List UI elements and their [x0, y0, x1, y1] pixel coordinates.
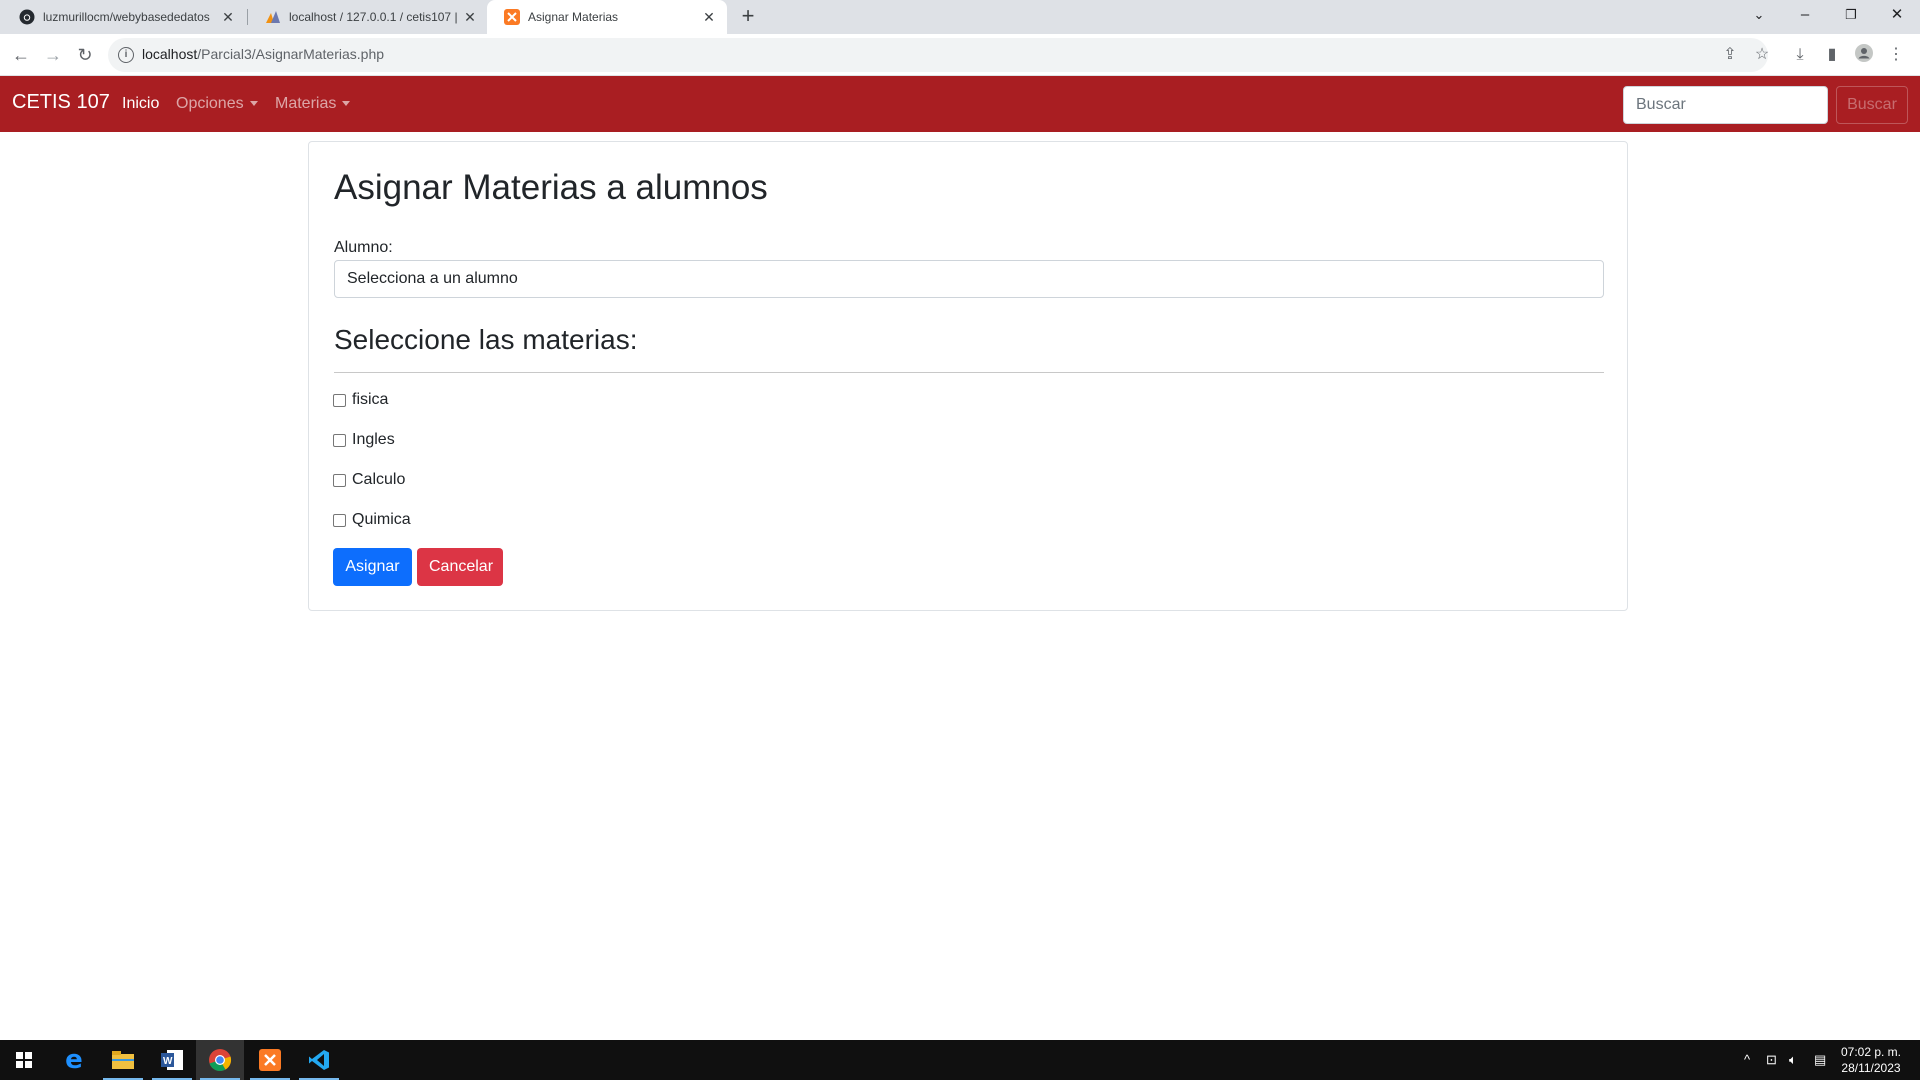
asignar-button[interactable]: Asignar: [333, 548, 412, 586]
show-hidden-icons-icon[interactable]: ^: [1744, 1052, 1750, 1067]
cancelar-button[interactable]: Cancelar: [417, 548, 503, 586]
address-url[interactable]: localhost/Parcial3/AsignarMaterias.php: [142, 46, 384, 62]
edge-icon[interactable]: e: [50, 1040, 98, 1080]
divider: [334, 372, 1604, 373]
windows-start-icon[interactable]: [0, 1040, 48, 1080]
materias-heading: Seleccione las materias:: [334, 324, 638, 355]
github-icon: [19, 9, 35, 25]
new-tab-button[interactable]: +: [735, 5, 761, 29]
nav-link-inicio[interactable]: Inicio: [122, 95, 159, 113]
materia-label: Quimica: [352, 511, 411, 528]
restore-icon[interactable]: ❐: [1828, 0, 1874, 30]
materia-label: Ingles: [352, 431, 395, 448]
svg-text:W: W: [163, 1056, 173, 1067]
nav-link-label: Materias: [275, 95, 337, 112]
browser-tab-bar: luzmurillocm/webybasededatos ✕ localhost…: [0, 0, 1920, 34]
browser-toolbar: ← → ↻ i localhost/Parcial3/AsignarMateri…: [0, 34, 1920, 76]
materia-option-calculo[interactable]: Calculo: [333, 469, 405, 491]
checkbox[interactable]: [333, 393, 346, 407]
checkbox[interactable]: [333, 473, 346, 487]
tab-title: localhost / 127.0.0.1 / cetis107 |: [289, 10, 458, 24]
profile-icon[interactable]: [1852, 43, 1876, 67]
nav-dropdown-opciones[interactable]: Opciones: [176, 95, 258, 113]
search-button[interactable]: Buscar: [1836, 86, 1908, 124]
vscode-icon[interactable]: [295, 1040, 343, 1080]
volume-icon[interactable]: 🔈︎: [1789, 1052, 1797, 1068]
tab-title: Asignar Materias: [528, 10, 619, 24]
windows-taskbar: e W ^ ⊡ 🔈︎ ▤ 07:02 p. m. 28/11/2023: [0, 1040, 1920, 1080]
nav-dropdown-materias[interactable]: Materias: [275, 95, 351, 113]
system-clock[interactable]: 07:02 p. m. 28/11/2023: [1835, 1044, 1907, 1076]
network-icon[interactable]: ⊡: [1766, 1052, 1777, 1068]
url-path: /Parcial3/AsignarMaterias.php: [197, 46, 385, 62]
word-icon[interactable]: W: [148, 1040, 196, 1080]
clock-time: 07:02 p. m.: [1840, 1045, 1902, 1059]
materia-label: Calculo: [352, 471, 406, 488]
materia-label: fisica: [352, 391, 389, 408]
address-bar[interactable]: i localhost/Parcial3/AsignarMaterias.php: [108, 38, 1768, 72]
site-info-icon[interactable]: i: [118, 47, 134, 63]
site-navbar: CETIS 107 Inicio Opciones Materias Busca…: [0, 76, 1920, 132]
page-title: Asignar Materias a alumnos: [334, 168, 768, 207]
close-tab-icon[interactable]: ✕: [701, 9, 717, 26]
bookmark-star-icon[interactable]: ☆: [1750, 43, 1774, 67]
checkbox[interactable]: [333, 513, 346, 527]
download-icon[interactable]: ⤓: [1788, 43, 1812, 67]
back-icon[interactable]: ←: [8, 42, 34, 68]
file-explorer-icon[interactable]: [99, 1040, 147, 1080]
materia-option-ingles[interactable]: Ingles: [333, 429, 395, 451]
notifications-icon[interactable]: ▤: [1814, 1052, 1826, 1068]
close-tab-icon[interactable]: ✕: [220, 9, 236, 26]
checkbox[interactable]: [333, 433, 346, 447]
caret-down-icon: [249, 101, 258, 107]
alumno-select[interactable]: Selecciona a un alumno: [334, 260, 1604, 298]
clock-date: 28/11/2023: [1841, 1061, 1901, 1075]
minimize-icon[interactable]: –: [1782, 0, 1828, 30]
browser-tab[interactable]: localhost / 127.0.0.1 / cetis107 | ✕: [248, 0, 488, 34]
xampp-icon: [504, 9, 520, 25]
search-input[interactable]: [1623, 86, 1828, 124]
materia-option-fisica-row[interactable]: fisica: [333, 389, 388, 411]
phpmyadmin-icon: [265, 9, 281, 25]
assign-form-card: Asignar Materias a alumnos Alumno: Selec…: [308, 141, 1628, 611]
tab-title: luzmurillocm/webybasededatos: [43, 10, 210, 24]
chrome-menu-icon[interactable]: ⋮: [1884, 43, 1908, 67]
chrome-icon[interactable]: [196, 1040, 244, 1080]
nav-link-label: Opciones: [176, 95, 244, 112]
xampp-icon[interactable]: [246, 1040, 294, 1080]
browser-tab-active[interactable]: Asignar Materias ✕: [487, 0, 727, 34]
tab-search-icon[interactable]: ⌄: [1736, 0, 1782, 30]
alumno-label: Alumno:: [334, 239, 393, 256]
close-window-icon[interactable]: ✕: [1874, 0, 1920, 30]
side-panel-icon[interactable]: ▮: [1820, 43, 1844, 67]
forward-icon[interactable]: →: [40, 42, 66, 68]
materia-option-quimica[interactable]: Quimica: [333, 509, 411, 531]
close-tab-icon[interactable]: ✕: [462, 9, 478, 26]
brand-link[interactable]: CETIS 107: [12, 91, 110, 114]
browser-tab[interactable]: luzmurillocm/webybasededatos ✕: [2, 0, 246, 34]
reload-icon[interactable]: ↻: [72, 42, 98, 68]
caret-down-icon: [342, 101, 351, 107]
url-host: localhost: [142, 46, 198, 62]
share-icon[interactable]: ⇪: [1718, 43, 1742, 67]
